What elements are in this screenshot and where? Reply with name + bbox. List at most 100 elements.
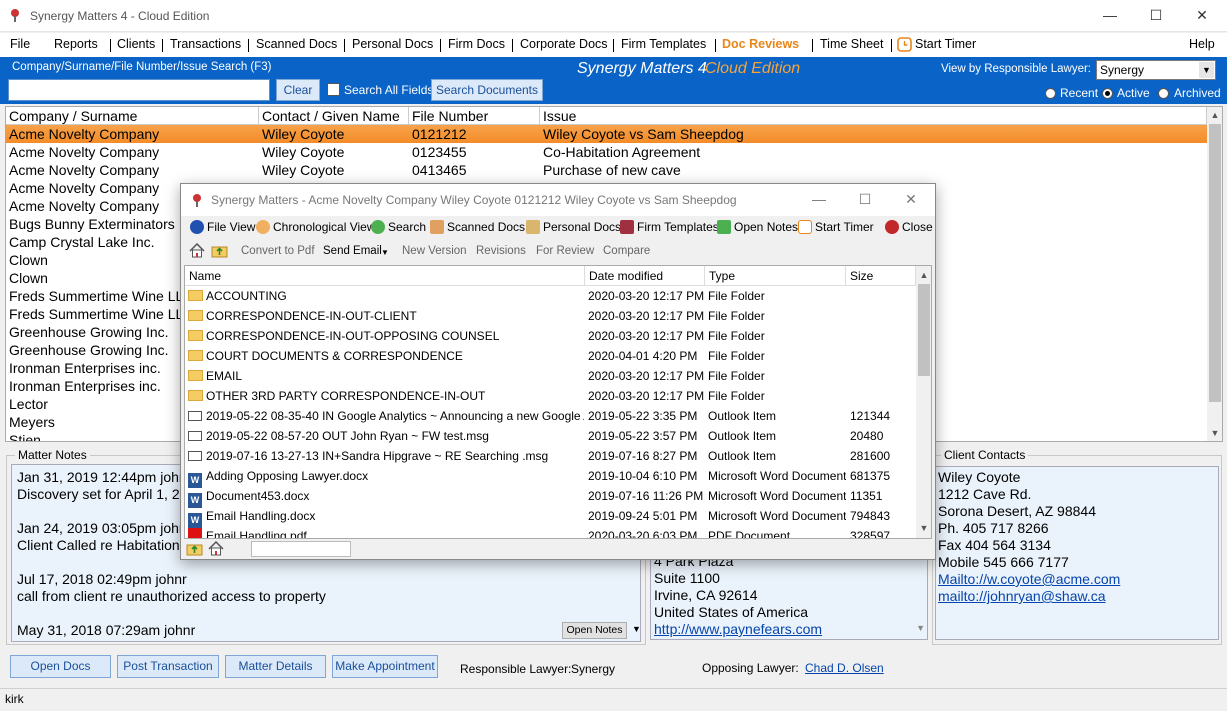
table-row[interactable]: Acme Novelty Company Wiley Coyote 0413465 P… [6,161,1207,179]
column-header-company[interactable]: Company / Surname [6,107,259,125]
file-row[interactable]: EMAIL 2020-03-20 12:17 PM File Folder [185,366,916,386]
scroll-down-icon[interactable]: ▼ [1207,425,1222,441]
menu-time-sheet[interactable]: Time Sheet [820,37,883,51]
popup-close-button[interactable]: Close [885,220,933,234]
column-header-issue[interactable]: Issue [540,107,1207,125]
file-row[interactable]: ACCOUNTING 2020-03-20 12:17 PM File Folder [185,286,916,306]
chevron-down-icon[interactable]: ▼ [381,248,389,257]
file-row[interactable]: W Adding Opposing Lawyer.docx 2019-10-04 6… [185,466,916,488]
open-notes-button-popup[interactable]: Open Notes [717,220,798,234]
column-header-name[interactable]: Name [185,266,585,286]
clear-button[interactable]: Clear [276,79,320,101]
send-email-button[interactable]: Send Email [323,245,382,257]
opposing-address-box[interactable]: 4 Park Plaza Suite 1100 Irvine, CA 92614… [650,552,928,640]
minimize-button[interactable]: — [1087,0,1133,31]
make-appointment-button[interactable]: Make Appointment [332,655,438,678]
radio-archived[interactable] [1158,88,1169,99]
matter-details-button[interactable]: Matter Details [225,655,326,678]
close-button[interactable]: ✕ [1179,0,1225,31]
table-row[interactable]: Acme Novelty Company Wiley Coyote 0123455 C… [6,143,1207,161]
file-size: 681375 [850,469,891,483]
popup-minimize-button[interactable]: — [796,184,842,215]
menu-clients[interactable]: Clients [117,37,155,51]
file-date: 2020-03-20 12:17 PM [588,389,704,403]
home-icon[interactable] [189,243,205,258]
file-row[interactable]: 2019-07-16 13-27-13 IN+Sandra Hipgrave ~… [185,446,916,466]
revisions-button[interactable]: Revisions [476,245,526,257]
column-header-type[interactable]: Type [705,266,846,286]
menu-firm-templates[interactable]: Firm Templates [621,37,706,51]
file-list[interactable]: Name Date modified Type Size ACCOUNTING 2… [184,265,932,539]
personal-docs-button[interactable]: Personal Docs [526,220,621,234]
search-all-fields-checkbox[interactable] [327,83,340,96]
column-header-size[interactable]: Size [846,266,916,286]
firm-templates-button[interactable]: Firm Templates [620,220,719,234]
folder-up-icon[interactable] [211,243,228,258]
chevron-down-icon[interactable]: ▼ [632,624,641,634]
scanned-docs-button[interactable]: Scanned Docs [430,220,525,234]
new-version-button[interactable]: New Version [402,245,467,257]
menu-transactions[interactable]: Transactions [170,37,241,51]
menu-doc-reviews[interactable]: Doc Reviews [722,37,799,51]
for-review-button[interactable]: For Review [536,245,594,257]
menu-file[interactable]: File [10,37,30,51]
radio-active[interactable] [1102,88,1113,99]
file-row[interactable]: CORRESPONDENCE-IN-OUT-OPPOSING COUNSEL 20… [185,326,916,346]
lawyer-select[interactable]: Synergy ▼ [1096,60,1216,80]
search-input[interactable] [8,79,270,101]
mail-icon [188,411,202,421]
search-button[interactable]: Search [371,220,426,234]
file-row[interactable]: Email Handling.pdf 2020-03-20 6:03 PM PDF … [185,526,916,538]
file-view-button[interactable]: File View [190,220,255,234]
radio-recent[interactable] [1045,88,1056,99]
column-header-date-modified[interactable]: Date modified [585,266,705,286]
search-documents-button[interactable]: Search Documents [431,79,543,101]
menu-corporate-docs[interactable]: Corporate Docs [520,37,608,51]
open-notes-button[interactable]: Open Notes [562,622,627,639]
file-row[interactable]: OTHER 3RD PARTY CORRESPONDENCE-IN-OUT 202… [185,386,916,406]
file-row[interactable]: 2019-05-22 08-57-20 OUT John Ryan ~ FW t… [185,426,916,446]
column-header-contact[interactable]: Contact / Given Name [259,107,409,125]
menu-start-timer[interactable]: Start Timer [915,37,976,51]
file-list-scrollbar[interactable]: ▲ ▼ [916,266,931,538]
file-row[interactable]: W Document453.docx 2019-07-16 11:26 PM Micr… [185,486,916,508]
menu-reports[interactable]: Reports [54,37,98,51]
convert-to-pdf-button[interactable]: Convert to Pdf [241,245,315,257]
file-date: 2019-09-24 5:01 PM [588,509,698,523]
column-header-file-number[interactable]: File Number [409,107,540,125]
popup-close-window-button[interactable]: ✕ [888,184,934,215]
file-row[interactable]: 2019-05-22 08-35-40 IN Google Analytics … [185,406,916,426]
scroll-down-icon[interactable]: ▼ [916,520,931,536]
menu-personal-docs[interactable]: Personal Docs [352,37,433,51]
home-icon[interactable] [208,541,224,556]
opposing-lawyer-link[interactable]: Chad D. Olsen [805,661,884,675]
menu-scanned-docs[interactable]: Scanned Docs [256,37,337,51]
file-row[interactable]: W Email Handling.docx 2019-09-24 5:01 PM Mi… [185,506,916,528]
maximize-button[interactable]: ☐ [1133,0,1179,31]
scroll-up-icon[interactable]: ▲ [1207,107,1222,123]
table-row[interactable]: Acme Novelty Company Wiley Coyote 0121212 W… [6,125,1207,143]
scroll-up-icon[interactable]: ▲ [916,267,931,283]
menu-firm-docs[interactable]: Firm Docs [448,37,505,51]
file-type: Microsoft Word Document [708,469,846,483]
scroll-thumb[interactable] [918,284,930,376]
compare-button[interactable]: Compare [603,245,650,257]
file-row[interactable]: CORRESPONDENCE-IN-OUT-CLIENT 2020-03-20 1… [185,306,916,326]
file-row[interactable]: COURT DOCUMENTS & CORRESPONDENCE 2020-04-… [185,346,916,366]
client-contacts-text[interactable]: Wiley Coyote 1212 Cave Rd. Sorona Desert… [935,466,1219,640]
menu-help[interactable]: Help [1189,37,1215,51]
opposing-website-link[interactable]: http://www.paynefears.com [654,621,924,638]
contact-email-link[interactable]: mailto://johnryan@shaw.ca [938,588,1216,605]
post-transaction-button[interactable]: Post Transaction [117,655,219,678]
table-cell: 0123455 [412,144,467,160]
start-timer-button[interactable]: Start Timer [798,220,874,234]
scroll-thumb[interactable] [1209,124,1221,402]
open-docs-button[interactable]: Open Docs [10,655,111,678]
chronological-view-button[interactable]: Chronological View [256,220,376,234]
folder-up-icon[interactable] [186,542,203,556]
contact-email-link[interactable]: Mailto://w.coyote@acme.com [938,571,1216,588]
path-input[interactable] [251,541,351,557]
popup-maximize-button[interactable]: ☐ [842,184,888,215]
chevron-down-icon[interactable]: ▼ [916,620,925,637]
grid-scrollbar[interactable]: ▲ ▼ [1207,107,1222,441]
